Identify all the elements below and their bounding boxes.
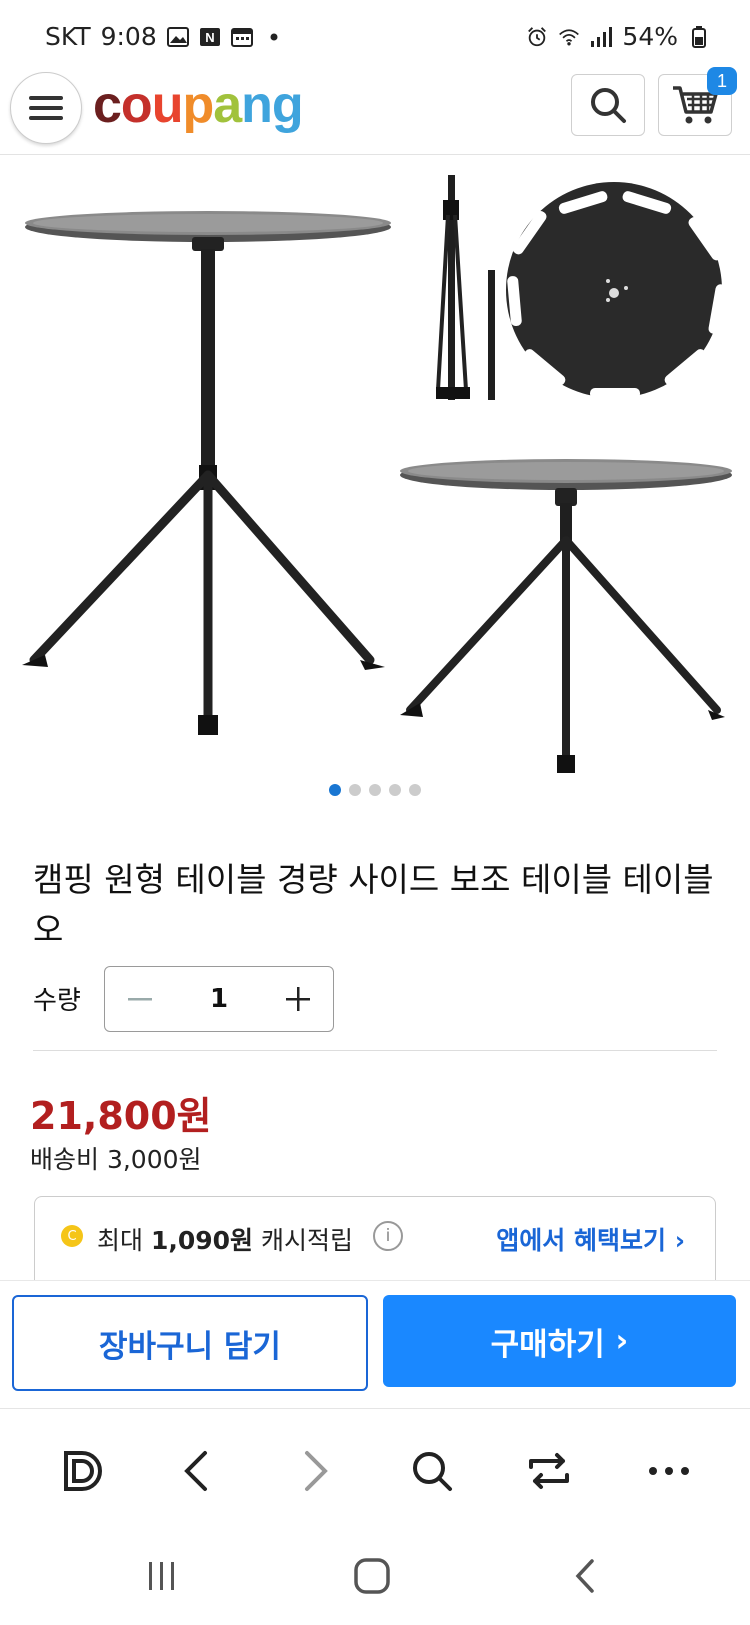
quantity-decrease-button[interactable] [105,967,175,1031]
status-bar: SKT 9:08 N 54% [0,0,750,62]
menu-button[interactable] [10,72,82,144]
chevron-right-icon: › [615,1323,629,1359]
carousel-dot[interactable] [409,784,421,796]
wifi-icon [558,26,580,48]
browser-toolbar [0,1408,750,1529]
chevron-right-icon: › [674,1226,685,1255]
app-benefit-link-label: 앱에서 혜택보기 [496,1226,666,1255]
quantity-stepper: 1 [104,966,334,1032]
quantity-label: 수량 [33,986,81,1016]
carrier: SKT [45,22,91,51]
d-app-icon[interactable] [58,1447,106,1495]
carousel-dot[interactable] [349,784,361,796]
notification-dot-icon [263,26,285,48]
status-left: SKT 9:08 N [45,22,285,51]
back-icon[interactable] [172,1447,220,1495]
logo-letter: u [151,76,184,134]
logo-letter: a [213,76,242,134]
quantity-value[interactable]: 1 [175,984,263,1014]
logo-letter: n [241,76,273,134]
logo-letter: p [182,76,214,134]
buy-now-button[interactable]: 구매하기 › [383,1295,736,1387]
svg-text:N: N [205,30,214,45]
info-icon[interactable]: i [373,1221,403,1251]
system-back-icon[interactable] [563,1554,607,1598]
home-icon[interactable] [350,1554,394,1598]
hamburger-icon [29,96,63,120]
alarm-icon [526,26,548,48]
system-nav-bar [0,1528,750,1625]
calendar-icon [230,26,253,48]
purchase-action-bar: 장바구니 담기 구매하기 › [0,1280,750,1409]
add-to-cart-button[interactable]: 장바구니 담기 [12,1295,368,1391]
carousel-dot[interactable] [329,784,341,796]
battery-level: 54% [622,22,678,51]
site-header: coupang 1 [0,62,750,155]
cart-count-badge: 1 [707,67,737,95]
coupang-logo[interactable]: coupang [93,75,304,135]
gallery-icon [166,26,189,48]
tabs-switch-icon[interactable] [525,1447,573,1495]
cashback-banner[interactable]: C 최대 1,090원 캐시적립 i 앱에서 혜택보기 › [34,1196,716,1281]
divider [33,1050,717,1051]
shipping-fee: 배송비 3,000원 [30,1145,202,1174]
product-image [22,175,732,773]
forward-icon[interactable] [292,1447,340,1495]
product-image-carousel[interactable] [0,155,750,805]
n-app-icon: N [199,26,221,48]
minus-icon [128,998,152,1001]
status-right: 54% [526,22,710,51]
carousel-dot[interactable] [369,784,381,796]
coin-icon: C [61,1225,83,1247]
carousel-dots[interactable] [0,784,750,796]
cashback-suffix: 캐시적립 [253,1226,353,1255]
cart-button[interactable]: 1 [658,67,737,136]
search-button[interactable] [571,74,645,136]
product-title: 캠핑 원형 테이블 경량 사이드 보조 테이블 테이블오 [33,860,714,949]
battery-icon [688,25,710,48]
quantity-increase-button[interactable] [263,967,333,1031]
clock: 9:08 [100,22,157,51]
logo-letter: g [271,76,304,134]
plus-icon [286,987,310,1011]
search-icon[interactable] [408,1447,456,1495]
signal-icon [590,26,613,48]
search-icon [591,88,626,123]
cashback-amount: 1,090원 [150,1226,254,1255]
carousel-dot[interactable] [389,784,401,796]
logo-letter: o [120,76,153,134]
recent-apps-icon[interactable] [140,1554,184,1598]
cashback-text: 최대 1,090원 캐시적립 [97,1221,353,1257]
product-price: 21,800원 [30,1094,212,1138]
app-benefit-link[interactable]: 앱에서 혜택보기 › [496,1221,685,1257]
buy-now-label: 구매하기 [490,1326,605,1363]
logo-letter: c [93,76,122,134]
more-icon[interactable] [645,1447,693,1495]
cashback-prefix: 최대 [97,1226,151,1255]
